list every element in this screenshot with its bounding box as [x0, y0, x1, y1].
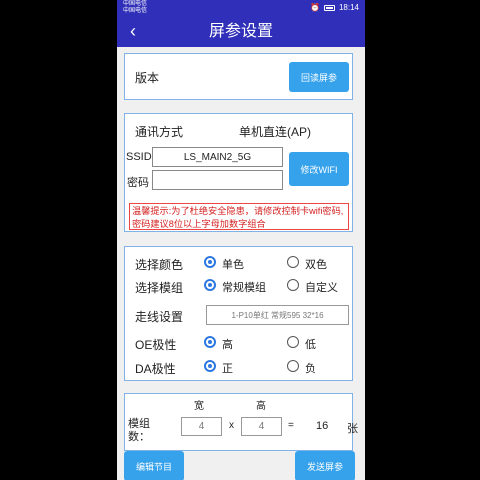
color-label: 选择颜色 — [135, 258, 184, 272]
communication-card: 通讯方式 单机直连(AP) SSID LS_MAIN2_5G 密码 修改WIFI… — [124, 113, 353, 232]
password-label: 密码 — [127, 177, 149, 189]
module-height-input[interactable]: 4 — [241, 417, 282, 436]
version-card: 版本 回读屏参 — [124, 53, 353, 100]
color-dual-radio[interactable] — [287, 256, 299, 268]
da-negative-label: 负 — [305, 363, 316, 375]
clock-time: 18:14 — [338, 3, 359, 12]
equals-sign: = — [288, 420, 294, 431]
module-standard-radio[interactable] — [204, 279, 216, 291]
oe-low-label: 低 — [305, 339, 316, 351]
height-header: 高 — [256, 401, 266, 412]
da-positive-radio[interactable] — [204, 360, 216, 372]
read-params-button[interactable]: 回读屏参 — [289, 62, 349, 92]
comm-mode-label: 通讯方式 — [135, 125, 184, 139]
color-mono-radio[interactable] — [204, 256, 216, 268]
ssid-label: SSID — [126, 151, 152, 163]
times-sign: x — [229, 420, 234, 431]
module-label: 选择模组 — [135, 281, 184, 295]
oe-polarity-label: OE极性 — [135, 338, 177, 352]
module-unit: 张 — [347, 423, 358, 435]
module-custom-label: 自定义 — [305, 282, 338, 294]
edit-program-button[interactable]: 编辑节目 — [124, 451, 184, 480]
da-polarity-label: DA极性 — [135, 362, 176, 376]
module-custom-radio[interactable] — [287, 279, 299, 291]
carrier-line-1: 中国电信 — [123, 1, 148, 7]
oe-high-radio[interactable] — [204, 336, 216, 348]
chevron-left-icon[interactable]: ‹ — [123, 20, 143, 42]
da-negative-radio[interactable] — [287, 360, 299, 372]
wiring-select[interactable]: 1-P10单红 常规595 32*16 — [206, 305, 349, 325]
width-header: 宽 — [194, 401, 204, 412]
module-count-label: 模组数： — [128, 418, 150, 443]
color-dual-label: 双色 — [305, 259, 327, 271]
battery-icon — [323, 4, 335, 11]
version-label: 版本 — [135, 71, 160, 85]
da-positive-label: 正 — [222, 363, 233, 375]
ssid-input[interactable]: LS_MAIN2_5G — [152, 147, 283, 167]
carrier-info: 中国电信 中国电信 — [123, 1, 147, 15]
status-bar: 中国电信 中国电信 ⏰ 18:14 — [117, 0, 365, 17]
module-count-card: 宽 高 模组数： 4 x 4 = 16 张 — [124, 393, 358, 451]
security-warning: 温馨提示:为了杜绝安全隐患，请修改控制卡wifi密码,密码建议8位以上字母加数字… — [129, 203, 349, 230]
screen-settings-card: 选择颜色 单色 双色 选择模组 常规模组 自定义 走线设置 1-P10单红 常规… — [124, 246, 353, 381]
color-mono-label: 单色 — [222, 259, 244, 271]
oe-high-label: 高 — [222, 339, 233, 351]
comm-mode-value: 单机直连(AP) — [239, 125, 312, 139]
page-title: 屏参设置 — [208, 23, 273, 40]
carrier-line-2: 中国电信 — [123, 8, 148, 14]
phone-screen: 中国电信 中国电信 ⏰ 18:14 ‹ 屏参设置 版本 回读屏参 通讯方式 单机… — [117, 0, 365, 480]
module-total: 16 — [316, 420, 329, 432]
module-standard-label: 常规模组 — [222, 282, 266, 294]
oe-low-radio[interactable] — [287, 336, 299, 348]
password-input[interactable] — [152, 170, 283, 190]
alarm-icon: ⏰ — [310, 3, 320, 12]
module-width-input[interactable]: 4 — [181, 417, 222, 436]
title-bar: ‹ 屏参设置 — [117, 17, 365, 47]
wiring-label: 走线设置 — [135, 310, 184, 324]
modify-wifi-button[interactable]: 修改WIFI — [289, 152, 349, 186]
status-icons: ⏰ 18:14 — [310, 3, 359, 12]
send-params-button[interactable]: 发送屏参 — [295, 451, 355, 480]
